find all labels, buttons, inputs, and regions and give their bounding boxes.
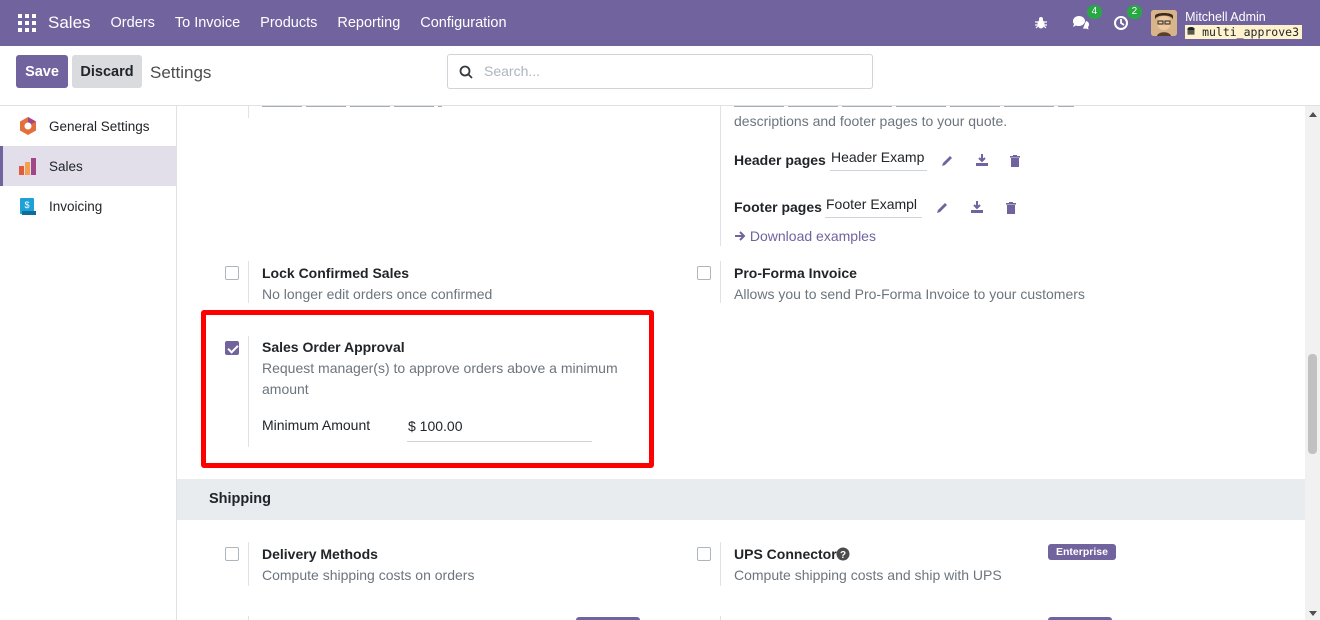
delivery-methods-checkbox[interactable] [225, 547, 239, 561]
download-examples-link[interactable]: Download examples [734, 228, 876, 244]
cut-off-text [734, 106, 1074, 109]
scroll-down-arrow-icon[interactable] [1309, 611, 1317, 616]
trash-icon[interactable] [1004, 201, 1018, 215]
delivery-methods-title: Delivery Methods [262, 546, 378, 562]
sidebar-item-label: Invoicing [49, 198, 103, 214]
lock-confirmed-description: No longer edit orders once confirmed [262, 286, 493, 302]
sales-order-approval-checkbox[interactable] [225, 341, 239, 355]
pro-forma-title: Pro-Forma Invoice [734, 265, 857, 281]
divider [720, 106, 721, 246]
search-icon [459, 65, 473, 79]
sales-order-approval-description: Request manager(s) to approve orders abo… [262, 360, 618, 397]
sidebar-item-label: Sales [49, 158, 83, 174]
header-pages-label: Header pages [734, 152, 826, 168]
divider [248, 336, 249, 447]
delivery-methods-description: Compute shipping costs on orders [262, 567, 475, 583]
divider [248, 261, 249, 303]
ups-connector-description: Compute shipping costs and ship with UPS [734, 567, 1002, 583]
pro-forma-description: Allows you to send Pro-Forma Invoice to … [734, 286, 1085, 302]
shipping-section-header: Shipping [177, 479, 1305, 520]
activity-clock-icon[interactable]: 2 [1111, 5, 1143, 33]
odoo-logo-icon [20, 117, 36, 135]
menu-orders[interactable]: Orders [101, 15, 165, 31]
save-button[interactable]: Save [16, 55, 68, 88]
trash-icon[interactable] [1008, 154, 1022, 168]
divider [720, 616, 721, 620]
user-name: Mitchell Admin [1185, 10, 1266, 24]
settings-sidebar: General Settings Sales $ Invoicing [0, 106, 177, 620]
app-name[interactable]: Sales [48, 13, 91, 33]
quotation-builder-description: descriptions and footer pages to your qu… [734, 113, 1008, 129]
chat-icon[interactable]: 4 [1071, 5, 1103, 33]
sidebar-item-label: General Settings [49, 118, 150, 134]
footer-pages-file[interactable]: Footer Exampl [825, 196, 922, 218]
chat-count-badge: 4 [1086, 5, 1103, 19]
sales-order-approval-title: Sales Order Approval [262, 339, 405, 355]
menu-to-invoice[interactable]: To Invoice [165, 15, 250, 31]
divider [720, 261, 721, 303]
download-examples-label: Download examples [749, 228, 876, 244]
sidebar-item-sales[interactable]: Sales [0, 146, 176, 186]
header-pages-file[interactable]: Header Examp [830, 149, 927, 171]
lock-confirmed-checkbox[interactable] [225, 266, 239, 280]
svg-text:?: ? [840, 550, 846, 561]
search-bar[interactable] [447, 54, 873, 89]
svg-text:$: $ [24, 200, 29, 210]
shipping-section-title: Shipping [209, 491, 272, 507]
lock-confirmed-title: Lock Confirmed Sales [262, 265, 410, 281]
search-input[interactable] [484, 63, 854, 79]
control-panel: Save Discard Settings [0, 46, 1320, 106]
database-icon [1187, 27, 1195, 35]
database-name: multi_approve3 [1185, 25, 1302, 39]
avatar[interactable] [1151, 10, 1178, 36]
menu-configuration[interactable]: Configuration [410, 15, 516, 31]
scroll-thumb[interactable] [1308, 354, 1317, 454]
sales-chart-icon [19, 158, 36, 175]
invoicing-icon: $ [20, 198, 36, 215]
debug-bug-icon[interactable] [1031, 13, 1051, 33]
user-menu[interactable]: Mitchell Admin multi_approve3 [1185, 10, 1302, 39]
menu-products[interactable]: Products [250, 15, 327, 31]
settings-content: descriptions and footer pages to your qu… [177, 106, 1305, 620]
divider [720, 542, 721, 586]
content-scrollbar[interactable] [1305, 106, 1320, 620]
download-icon[interactable] [970, 200, 984, 214]
cut-off-text [262, 106, 562, 109]
enterprise-badge: Enterprise [1048, 544, 1116, 560]
edit-pencil-icon[interactable] [935, 201, 949, 215]
apps-menu-icon[interactable] [18, 14, 36, 32]
minimum-amount-label: Minimum Amount [262, 417, 371, 433]
divider [248, 106, 249, 118]
page-title: Settings [150, 63, 212, 82]
discard-button[interactable]: Discard [72, 55, 142, 88]
sidebar-item-invoicing[interactable]: $ Invoicing [0, 186, 176, 226]
scroll-up-arrow-icon[interactable] [1309, 112, 1317, 117]
arrow-right-icon [735, 231, 746, 241]
divider [248, 616, 249, 620]
sidebar-item-general-settings[interactable]: General Settings [0, 106, 176, 146]
database-name-text: multi_approve3 [1202, 25, 1299, 39]
divider [248, 542, 249, 586]
footer-pages-label: Footer pages [734, 199, 822, 215]
activity-count-badge: 2 [1126, 5, 1143, 19]
help-question-icon[interactable]: ? [836, 547, 850, 561]
minimum-amount-input[interactable]: $ 100.00 [407, 418, 592, 442]
edit-pencil-icon[interactable] [940, 154, 954, 168]
ups-connector-title: UPS Connector [734, 546, 837, 562]
ups-connector-checkbox[interactable] [697, 547, 711, 561]
menu-reporting[interactable]: Reporting [327, 15, 410, 31]
top-navbar: Sales Orders To Invoice Products Reporti… [0, 0, 1320, 46]
download-icon[interactable] [975, 153, 989, 167]
pro-forma-checkbox[interactable] [697, 266, 711, 280]
